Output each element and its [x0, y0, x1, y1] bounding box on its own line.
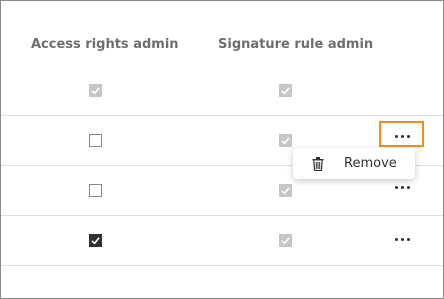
check-icon — [91, 87, 100, 95]
dot-icon — [394, 237, 398, 241]
menu-item-label: Remove — [344, 156, 397, 171]
column-header-signature-rule-admin: Signature rule admin — [218, 37, 374, 52]
dot-icon — [394, 185, 398, 189]
context-menu: Remove — [293, 148, 415, 179]
column-header-access-rights-admin: Access rights admin — [31, 37, 179, 52]
trash-icon — [312, 157, 324, 171]
more-actions-button-row-4[interactable] — [391, 234, 413, 244]
access-rights-checkbox-row-3[interactable] — [89, 184, 102, 197]
dot-icon — [406, 134, 410, 138]
signature-rule-checkbox-row-4 — [279, 234, 292, 247]
row-divider — [1, 265, 443, 266]
signature-rule-checkbox-row-3 — [279, 184, 292, 197]
dot-icon — [400, 237, 404, 241]
check-icon — [281, 237, 290, 245]
row-divider — [1, 215, 443, 216]
access-rights-checkbox-row-2[interactable] — [89, 134, 102, 147]
dot-icon — [406, 237, 410, 241]
more-actions-button-row-3[interactable] — [391, 182, 413, 192]
dot-icon — [406, 185, 410, 189]
signature-rule-checkbox-row-2 — [279, 134, 292, 147]
check-icon — [281, 137, 290, 145]
access-rights-checkbox-row-1 — [89, 84, 102, 97]
check-icon — [281, 87, 290, 95]
menu-item-remove[interactable]: Remove — [293, 148, 415, 179]
more-actions-button-row-2[interactable] — [391, 131, 413, 141]
signature-rule-checkbox-row-1 — [279, 84, 292, 97]
check-icon — [281, 187, 290, 195]
dot-icon — [400, 134, 404, 138]
dot-icon — [394, 134, 398, 138]
row-divider — [1, 115, 443, 116]
access-rights-checkbox-row-4[interactable] — [89, 234, 102, 247]
check-icon — [91, 237, 100, 245]
dot-icon — [400, 185, 404, 189]
